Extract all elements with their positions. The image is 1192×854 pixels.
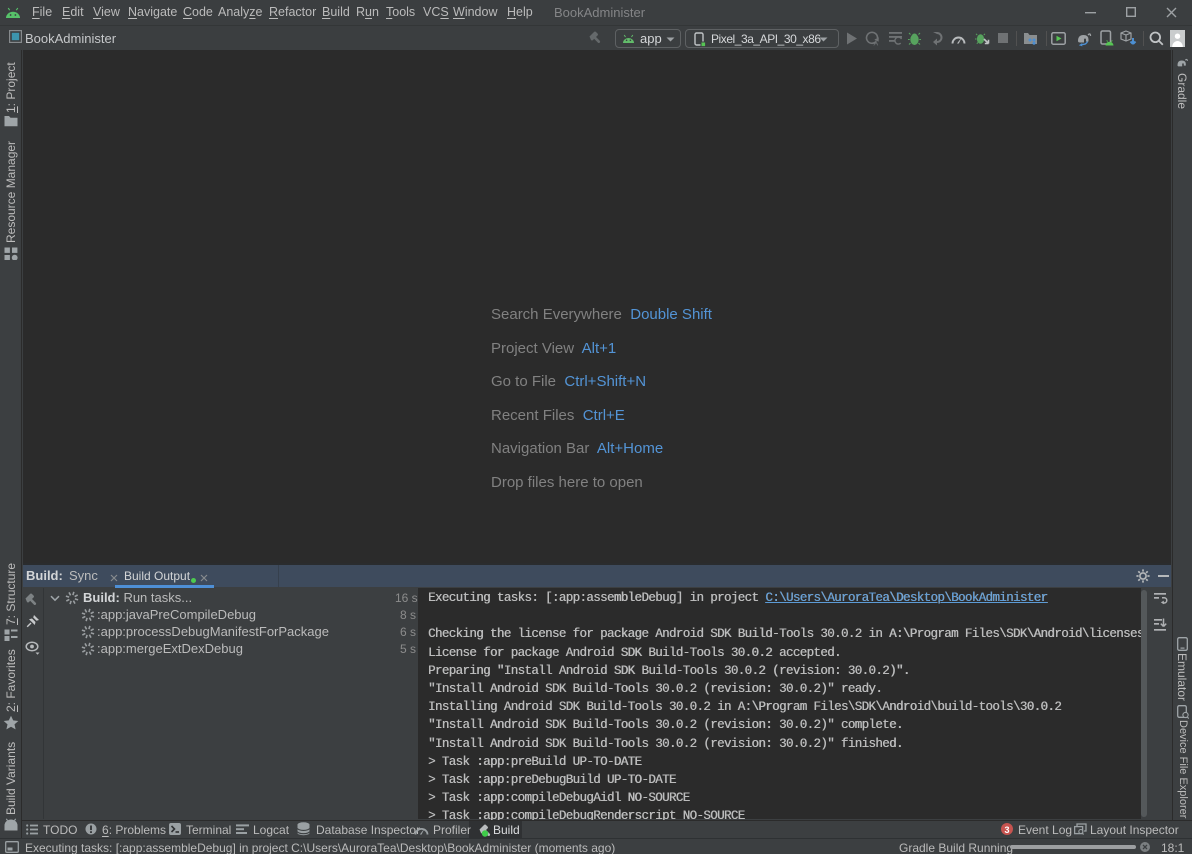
svg-text:A: A <box>874 41 879 47</box>
